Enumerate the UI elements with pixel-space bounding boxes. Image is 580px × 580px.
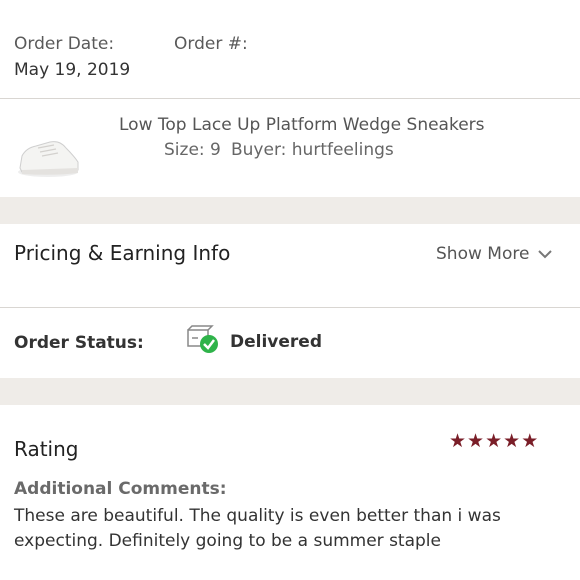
product-thumbnail[interactable]: [14, 112, 84, 182]
star-icon: ★: [503, 430, 522, 452]
order-status-label: Order Status:: [14, 333, 144, 353]
star-icon: ★: [449, 430, 468, 452]
order-date-value: May 19, 2019: [14, 60, 131, 80]
star-icon: ★: [521, 430, 540, 452]
delivered-box-check-icon: [187, 325, 218, 353]
pricing-title: Pricing & Earning Info: [14, 241, 231, 265]
star-icon: ★: [485, 430, 504, 452]
show-more-label: Show More: [436, 244, 530, 264]
divider: [0, 98, 580, 99]
rating-title: Rating: [14, 437, 79, 461]
show-more-button[interactable]: Show More: [436, 244, 553, 264]
order-number-label: Order #:: [174, 34, 248, 54]
divider: [0, 307, 580, 308]
sneaker-image: [18, 141, 79, 177]
comments-label: Additional Comments:: [14, 479, 227, 499]
item-size: Size: 9: [164, 140, 221, 160]
item-buyer[interactable]: Buyer: hurtfeelings: [231, 140, 394, 160]
chevron-down-icon: [538, 250, 553, 259]
item-title[interactable]: Low Top Lace Up Platform Wedge Sneakers: [119, 115, 485, 135]
section-separator: [0, 378, 580, 405]
section-separator: [0, 197, 580, 224]
order-date-label: Order Date:: [14, 34, 115, 54]
comments-text: These are beautiful. The quality is even…: [14, 506, 501, 551]
rating-stars: ★★★★★: [449, 430, 539, 452]
star-icon: ★: [467, 430, 486, 452]
order-status-value: Delivered: [230, 332, 322, 352]
